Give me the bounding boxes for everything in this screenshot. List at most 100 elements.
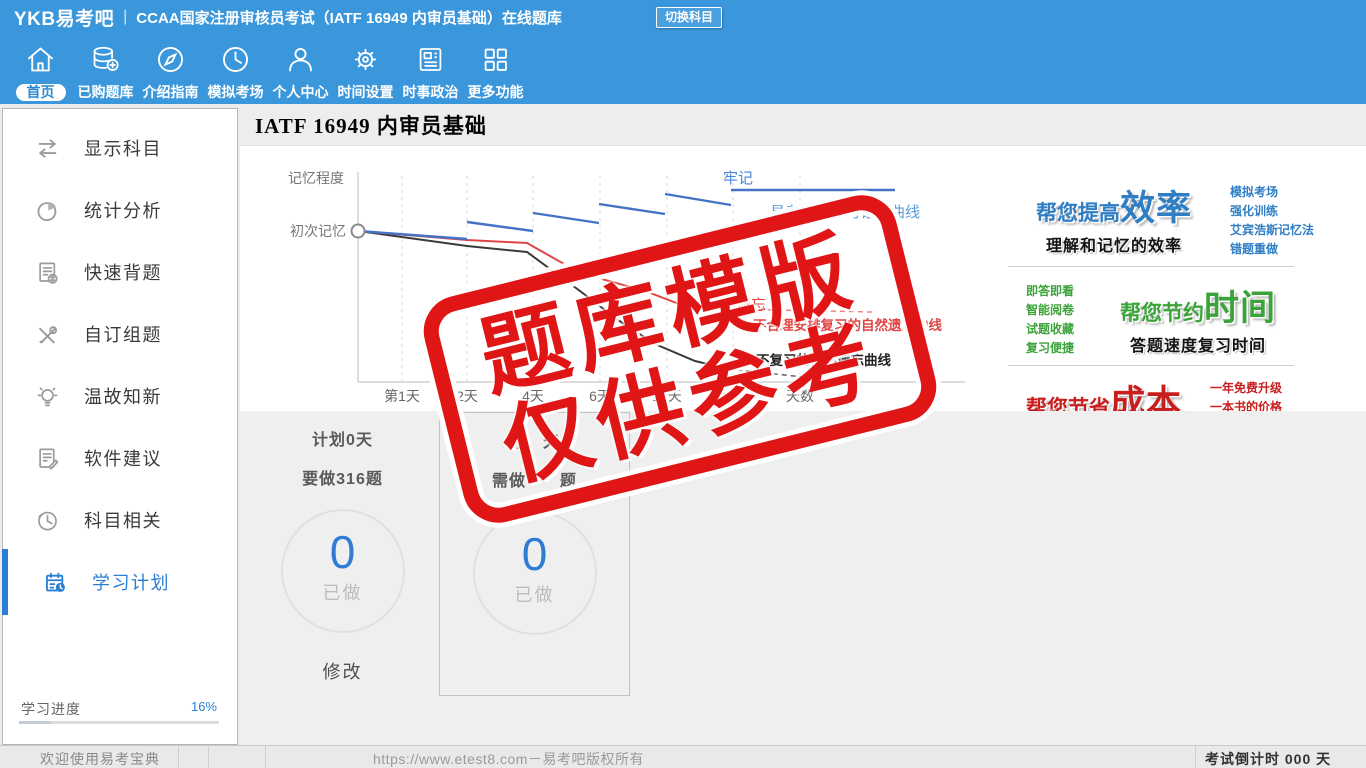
- red-curve-label: 不合理安排复习的自然遗忘曲线: [753, 317, 942, 333]
- promo-list-item: 模拟考场: [1230, 185, 1279, 199]
- today-need-text: 需做 题: [491, 473, 577, 490]
- app-logo: YKB易考吧: [14, 8, 115, 30]
- toolbar-label: 模拟考场: [207, 84, 264, 100]
- ebbinghaus-curve-chart: 记忆程度 初次记忆 第1天 2天 4天 6天 12天 N天 天数 牢记 易考宝典…: [288, 170, 965, 404]
- sidebar-item-subject-related[interactable]: 科目相关: [3, 489, 237, 551]
- promo-list-item: 复习便捷: [1026, 341, 1075, 355]
- sidebar: 显示科目 统计分析 快速背题 自订组题 温故知新 软件建议 科目相关 学习计划 …: [2, 108, 238, 745]
- promo-list-item: 即答即看: [1026, 284, 1075, 298]
- study-progress-label: 学习进度: [21, 701, 81, 717]
- sidebar-item-label: 科目相关: [84, 511, 162, 531]
- toolbar-item-profile[interactable]: 个人中心: [268, 43, 333, 104]
- sidebar-item-label: 学习计划: [92, 573, 170, 593]
- toolbar-item-time-settings[interactable]: 时间设置: [333, 43, 398, 104]
- black-curve-label: 不复习的自然遗忘曲线: [756, 352, 891, 368]
- promo-section-time: 即答即看 智能阅卷 试题收藏 复习便捷 帮您节约时间 答题速度复习时间: [998, 274, 1354, 358]
- promo-title-prefix: 帮您提高: [1035, 202, 1120, 225]
- promo-divider: [1008, 266, 1294, 267]
- study-plan-section: 计划0天 要做316题 0 已做 修改 第 天 需做 题 0 已做: [240, 411, 1366, 746]
- today-done-count: 0: [521, 528, 548, 580]
- review-curve-label: 易考宝典复习记忆曲线: [770, 203, 920, 221]
- promo-list-item: 智能阅卷: [1026, 303, 1075, 317]
- status-separator: [265, 746, 266, 768]
- plan-total-text: 要做316题: [302, 471, 383, 488]
- title-bar: YKB易考吧 | CCAA国家注册审核员考试（IATF 16949 内审员基础）…: [0, 0, 1366, 34]
- sidebar-item-show-subjects[interactable]: 显示科目: [3, 117, 237, 179]
- forget-label: 遗忘: [736, 297, 766, 314]
- promo-list-item: 试题收藏: [1026, 322, 1075, 336]
- study-progress-row: 学习进度 16%: [21, 699, 217, 719]
- promo-subtitle: 理解和记忆的效率: [1045, 238, 1182, 255]
- sidebar-item-review[interactable]: 温故知新: [3, 365, 237, 427]
- sidebar-item-label: 温故知新: [84, 387, 162, 407]
- promo-subtitle: 答题速度复习时间: [1129, 338, 1266, 355]
- memory-curve-panel: 记忆程度 初次记忆 第1天 2天 4天 6天 12天 N天 天数 牢记 易考宝典…: [240, 146, 1366, 450]
- home-icon: [24, 43, 57, 81]
- toolbar-item-current-affairs[interactable]: 时事政治: [398, 43, 463, 104]
- done-count: 0: [329, 526, 356, 578]
- done-count-circle: 0 已做: [280, 509, 405, 633]
- x-tick: 2天: [456, 388, 478, 404]
- status-separator: [208, 746, 209, 768]
- pie-chart-icon: [37, 201, 57, 221]
- tools-icon: [39, 325, 58, 343]
- toolbar-label: 已购题库: [77, 84, 134, 100]
- plan-summary: 计划0天 要做316题 0 已做 修改: [240, 411, 445, 684]
- x-tick: 天数: [786, 388, 814, 404]
- switch-subject-button[interactable]: 切换科目: [656, 7, 723, 28]
- modify-plan-link[interactable]: 修改: [323, 658, 363, 684]
- study-progress-value: 16%: [190, 699, 217, 714]
- toolbar-item-home[interactable]: 首页: [8, 43, 73, 104]
- done-label: 已做: [322, 583, 363, 603]
- clock-icon: [219, 43, 252, 81]
- subject-clock-icon: [38, 511, 57, 530]
- sidebar-item-label: 自订组题: [84, 325, 162, 345]
- toolbar-label: 个人中心: [272, 84, 329, 100]
- exam-title: CCAA国家注册审核员考试（IATF 16949 内审员基础）在线题库: [136, 9, 562, 27]
- toolbar-label: 更多功能: [467, 84, 524, 100]
- exam-countdown-text: 考试倒计时 000 天: [1205, 751, 1332, 767]
- promo-section-efficiency: 帮您提高效率 理解和记忆的效率 模拟考场 强化训练 艾宾浩斯记忆法 错题重做: [998, 180, 1354, 259]
- lightbulb-icon: [37, 386, 58, 406]
- sidebar-item-statistics[interactable]: 统计分析: [3, 179, 237, 241]
- status-copyright-text: https://www.etest8.com－易考吧版权所有: [373, 751, 644, 767]
- toolbar-label: 时间设置: [337, 84, 394, 100]
- status-separator: [1195, 746, 1196, 768]
- sidebar-item-custom-sets[interactable]: 自订组题: [3, 303, 237, 365]
- page-title: IATF 16949 内审员基础: [255, 113, 487, 138]
- promo-title-big: 效率: [1119, 189, 1192, 228]
- main-toolbar: 首页 已购题库 介绍指南 模拟考场 个人中心 时间设置 时事政治 更多功能: [0, 34, 1366, 104]
- toolbar-item-mock-exam[interactable]: 模拟考场: [203, 43, 268, 104]
- promo-divider: [1008, 365, 1294, 366]
- toolbar-label: 首页: [15, 84, 66, 101]
- sidebar-item-label: 快速背题: [84, 263, 162, 283]
- feedback-doc-icon: [39, 448, 59, 470]
- today-day-text: 第 天: [508, 434, 560, 451]
- study-plan-icon: [46, 572, 65, 592]
- gear-icon: [349, 43, 382, 81]
- toolbar-item-guide[interactable]: 介绍指南: [138, 43, 203, 104]
- promo-list-item: 强化训练: [1230, 204, 1279, 218]
- flashcard-icon: [39, 262, 58, 284]
- promo-list-item: 错题重做: [1230, 242, 1279, 256]
- initial-memory-label: 初次记忆: [290, 223, 346, 239]
- promo-title-big: 时间: [1203, 289, 1276, 328]
- toolbar-item-purchased-banks[interactable]: 已购题库: [73, 43, 138, 104]
- sidebar-item-software-feedback[interactable]: 软件建议: [3, 427, 237, 489]
- x-tick: 4天: [522, 388, 544, 404]
- sidebar-item-quick-memorize[interactable]: 快速背题: [3, 241, 237, 303]
- sidebar-item-label: 统计分析: [84, 201, 162, 221]
- promo-list-item: 艾宾浩斯记忆法: [1230, 223, 1315, 237]
- x-tick: 第1天: [384, 388, 420, 404]
- promo-title-prefix: 帮您节约: [1119, 302, 1204, 325]
- grid-icon: [479, 43, 512, 81]
- status-bar: 欢迎使用易考宝典 https://www.etest8.com－易考吧版权所有 …: [0, 745, 1366, 768]
- sidebar-item-study-plan[interactable]: 学习计划: [2, 549, 237, 615]
- compass-icon: [154, 43, 187, 81]
- header-divider: |: [123, 8, 128, 25]
- plan-days-text: 计划0天: [312, 432, 373, 449]
- study-progress-fill: [19, 721, 51, 724]
- toolbar-item-more[interactable]: 更多功能: [463, 43, 528, 104]
- toolbar-label: 介绍指南: [142, 84, 199, 100]
- x-tick: N天: [721, 388, 745, 404]
